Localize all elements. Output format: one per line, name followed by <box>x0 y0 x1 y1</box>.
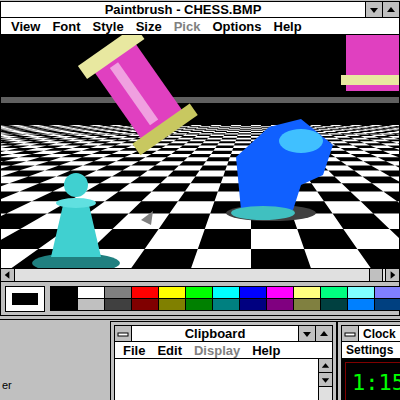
scroll-left-icon[interactable] <box>1 269 15 281</box>
menu-item[interactable]: Help <box>246 344 286 357</box>
menu-bar: FileEditDisplayHelp <box>114 342 333 359</box>
menu-bar: ViewFontStyleSizePickOptionsHelp <box>0 18 400 35</box>
scroll-down-icon[interactable] <box>319 373 332 387</box>
color-swatch[interactable] <box>104 298 132 311</box>
title-bar: Paintbrush - CHESS.BMP <box>0 1 400 18</box>
clock-time: 1:15 <box>352 372 400 394</box>
paintbrush-window: Paintbrush - CHESS.BMPViewFontStyleSizeP… <box>0 0 400 320</box>
vertical-scrollbar[interactable] <box>318 359 332 400</box>
color-swatch[interactable] <box>266 298 294 311</box>
menu-item[interactable]: Size <box>130 20 168 33</box>
scroll-right-icon[interactable] <box>385 269 399 281</box>
menu-item[interactable]: Options <box>206 20 267 33</box>
menu-item[interactable]: Font <box>46 20 86 33</box>
scroll-up-icon[interactable] <box>319 359 332 373</box>
scroll-thumb[interactable] <box>369 269 383 281</box>
swatch-row <box>50 298 400 311</box>
horizontal-scrollbar[interactable] <box>0 268 400 282</box>
menu-bar: Settings <box>341 342 400 359</box>
menu-item: Pick <box>168 20 207 33</box>
clipboard-window: ClipboardFileEditDisplayHelp <box>110 321 337 400</box>
window-title: Clipboard <box>132 326 298 341</box>
scroll-track[interactable] <box>15 269 385 281</box>
title-bar: Clipboard <box>114 325 333 342</box>
digital-display: 1:15 <box>345 362 400 400</box>
control-menu-icon[interactable] <box>115 326 132 341</box>
color-swatch[interactable] <box>50 298 78 311</box>
color-swatch[interactable] <box>77 298 105 311</box>
maximize-icon[interactable] <box>315 326 332 341</box>
color-swatch[interactable] <box>320 298 348 311</box>
maximize-icon[interactable] <box>382 2 399 17</box>
color-swatch[interactable] <box>293 298 321 311</box>
color-swatch[interactable] <box>131 298 159 311</box>
menu-item[interactable]: Style <box>87 20 130 33</box>
minimize-icon[interactable] <box>365 2 382 17</box>
menu-item[interactable]: Edit <box>151 344 188 357</box>
control-menu-icon[interactable] <box>342 326 359 341</box>
window-title: Clock <box>359 326 400 341</box>
color-swatch[interactable] <box>374 298 400 311</box>
clock-window: Clock Settings 1:15 <box>337 321 400 400</box>
color-swatch[interactable] <box>347 298 375 311</box>
window-title: Paintbrush - CHESS.BMP <box>1 2 365 17</box>
title-bar: Clock <box>341 325 400 342</box>
minimize-icon[interactable] <box>298 326 315 341</box>
menu-item[interactable]: Help <box>268 20 308 33</box>
color-swatch[interactable] <box>212 298 240 311</box>
clipboard-content <box>114 359 333 400</box>
color-swatch[interactable] <box>158 298 186 311</box>
current-colors[interactable] <box>5 286 45 312</box>
swatch-grid <box>50 286 400 311</box>
menu-item: Display <box>188 344 246 357</box>
menu-item[interactable]: View <box>5 20 46 33</box>
menu-item[interactable]: File <box>117 344 151 357</box>
color-swatch[interactable] <box>239 298 267 311</box>
color-swatch[interactable] <box>185 298 213 311</box>
icon-label[interactable]: er <box>2 379 12 393</box>
foreground-color <box>12 293 38 305</box>
color-palette <box>0 282 400 316</box>
menu-item[interactable]: Settings <box>342 344 393 356</box>
desktop: {"window": {"title": "Paintbrush - CHESS… <box>0 0 400 400</box>
clock-face: 1:15 <box>341 359 400 400</box>
canvas-image[interactable] <box>0 35 400 268</box>
